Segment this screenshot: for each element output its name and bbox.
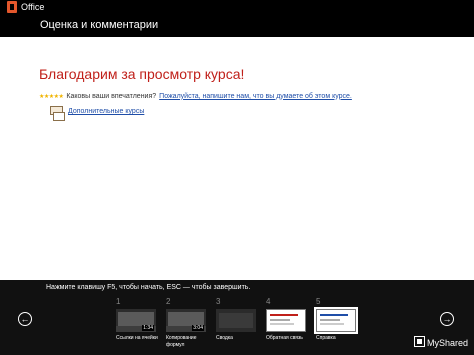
slide-thumbnail[interactable] <box>266 309 306 332</box>
rating-stars-icon[interactable]: ★★★★★ <box>39 93 64 100</box>
slide-thumbnail-active[interactable] <box>314 307 358 334</box>
slide-navigation-bar: Нажмите клавишу F5, чтобы начать, ESC — … <box>0 280 474 355</box>
slide-1[interactable]: 1 1:34 Ссылки на ячейки <box>116 297 158 342</box>
rating-question: Каковы ваши впечатления? <box>66 92 157 100</box>
watermark-text: MyShared <box>427 338 469 348</box>
courses-icon <box>50 106 65 121</box>
office-logo-icon <box>7 1 17 13</box>
slide-2[interactable]: 2 3:04 Копирование формул <box>166 297 206 349</box>
instructions-text: Нажмите клавишу F5, чтобы начать, ESC — … <box>46 284 251 291</box>
slide-number: 1 <box>116 297 121 306</box>
rating-row: ★★★★★ Каковы ваши впечатления? Пожалуйст… <box>39 90 352 102</box>
slide-thumbnails: 1 1:34 Ссылки на ячейки 2 3:04 Копирован… <box>116 297 358 352</box>
top-bar: Office Оценка и комментарии <box>0 0 474 37</box>
watermark: MyShared <box>414 336 468 349</box>
slide-label: Обратная связь <box>266 335 303 341</box>
prev-arrow-icon[interactable]: ← <box>18 312 32 326</box>
slide-label: Справка <box>316 335 336 341</box>
slide-label: Сводка <box>216 335 233 341</box>
next-arrow-icon[interactable]: → <box>440 312 454 326</box>
slide-number: 3 <box>216 297 221 306</box>
slide-thumbnail[interactable]: 3:04 <box>166 309 206 332</box>
more-courses-link[interactable]: Дополнительные курсы <box>68 106 144 118</box>
slide-label: Ссылки на ячейки <box>116 335 158 341</box>
page-title: Оценка и комментарии <box>40 19 159 31</box>
slide-number: 5 <box>316 297 321 306</box>
myshared-logo-icon <box>414 336 425 347</box>
slide-4[interactable]: 4 Обратная связь <box>266 297 306 342</box>
slide-duration: 1:34 <box>142 325 154 331</box>
slide-5[interactable]: 5 Справка <box>314 297 358 342</box>
slide-number: 4 <box>266 297 271 306</box>
thanks-heading: Благодарим за просмотр курса! <box>39 66 245 82</box>
office-label: Office <box>21 2 45 12</box>
slide-duration: 3:04 <box>192 325 204 331</box>
slide-thumbnail[interactable]: 1:34 <box>116 309 156 332</box>
slide-thumbnail[interactable] <box>216 309 256 332</box>
more-courses-row: Дополнительные курсы <box>50 106 144 121</box>
slide-label: Копирование формул <box>166 335 197 348</box>
feedback-link[interactable]: Пожалуйста, напишите нам, что вы думаете… <box>159 93 352 100</box>
slide-number: 2 <box>166 297 171 306</box>
slide-3[interactable]: 3 Сводка <box>216 297 256 342</box>
